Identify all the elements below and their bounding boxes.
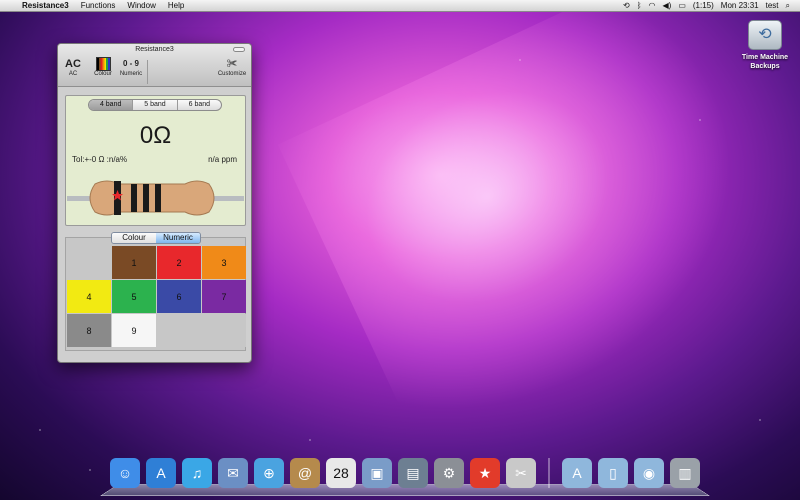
address-book-icon[interactable]: @ bbox=[290, 458, 320, 488]
resistance3-icon[interactable]: ★ bbox=[470, 458, 500, 488]
keypad-digit-1[interactable]: 1 bbox=[112, 246, 156, 279]
mail-icon[interactable]: ✉ bbox=[218, 458, 248, 488]
keypad-grid: 123 4567 89 bbox=[67, 246, 246, 347]
toolbar-separator bbox=[147, 60, 148, 84]
toolbar-toggle-button[interactable] bbox=[233, 47, 245, 52]
app-store-icon[interactable]: A bbox=[146, 458, 176, 488]
toolbar-ac-button[interactable]: AC AC bbox=[63, 57, 83, 77]
input-mode-selector: Colour Numeric bbox=[111, 232, 201, 244]
keypad-digit-8[interactable]: 8 bbox=[67, 314, 111, 347]
tab-6-band[interactable]: 6 band bbox=[178, 100, 221, 110]
menu-app-name[interactable]: Resistance3 bbox=[22, 1, 69, 10]
dock: ☺ A ♫ ✉ ⊕ @28 ▣ ▤ ⚙ ★ ✂ A ▯ ◉ ▥ bbox=[100, 452, 710, 498]
menu-bar: Resistance3 Functions Window Help ⟲ ᛒ ◠ … bbox=[0, 0, 800, 12]
tab-numeric[interactable]: Numeric bbox=[156, 233, 200, 243]
tab-colour[interactable]: Colour bbox=[112, 233, 156, 243]
keypad-empty-cell bbox=[157, 314, 201, 347]
band-3[interactable] bbox=[143, 184, 149, 212]
battery-icon[interactable]: ▭ bbox=[678, 1, 686, 10]
spotlight-icon[interactable]: ⌕ bbox=[786, 1, 790, 11]
band-2[interactable] bbox=[131, 184, 137, 212]
user-menu[interactable]: test bbox=[766, 1, 779, 10]
battery-time[interactable]: (1:15) bbox=[693, 1, 714, 10]
menu-help[interactable]: Help bbox=[168, 1, 184, 10]
band-count-selector: 4 band 5 band 6 band bbox=[88, 99, 222, 111]
keypad-digit-2[interactable]: 2 bbox=[157, 246, 201, 279]
iphoto-icon[interactable]: ▤ bbox=[398, 458, 428, 488]
keypad-empty-cell bbox=[67, 246, 111, 279]
menu-functions[interactable]: Functions bbox=[81, 1, 116, 10]
finder-icon[interactable]: ☺ bbox=[110, 458, 140, 488]
safari-icon[interactable]: ⊕ bbox=[254, 458, 284, 488]
keypad-empty-cell bbox=[202, 314, 246, 347]
preview-icon[interactable]: ▣ bbox=[362, 458, 392, 488]
bluetooth-icon[interactable]: ᛒ bbox=[637, 1, 642, 10]
wrench-icon: ✀ bbox=[226, 58, 238, 70]
scissors-icon[interactable]: ✂ bbox=[506, 458, 536, 488]
keypad-digit-4[interactable]: 4 bbox=[67, 280, 111, 313]
dock-separator bbox=[548, 458, 550, 488]
documents-folder-icon[interactable]: ▯ bbox=[598, 458, 628, 488]
keypad-digit-6[interactable]: 6 bbox=[157, 280, 201, 313]
time-machine-menu-icon[interactable]: ⟲ bbox=[623, 1, 630, 10]
tab-5-band[interactable]: 5 band bbox=[133, 100, 178, 110]
resistor-image bbox=[67, 180, 244, 216]
volume-icon[interactable]: ◀) bbox=[663, 1, 672, 10]
menu-window[interactable]: Window bbox=[127, 1, 155, 10]
numeric-keypad: Colour Numeric 123 4567 89 bbox=[65, 232, 246, 351]
keypad-digit-5[interactable]: 5 bbox=[112, 280, 156, 313]
downloads-folder-icon[interactable]: ◉ bbox=[634, 458, 664, 488]
keypad-digit-3[interactable]: 3 bbox=[202, 246, 246, 279]
wifi-icon[interactable]: ◠ bbox=[649, 1, 656, 10]
desktop-icon-label: Time Machine Backups bbox=[741, 54, 789, 70]
tab-4-band[interactable]: 4 band bbox=[89, 100, 134, 110]
colour-swatch-icon bbox=[95, 57, 111, 71]
keypad-digit-7[interactable]: 7 bbox=[202, 280, 246, 313]
dock-icons: ☺ A ♫ ✉ ⊕ @28 ▣ ▤ ⚙ ★ ✂ A ▯ ◉ ▥ bbox=[100, 456, 710, 488]
toolbar-colour-button[interactable]: Colour bbox=[91, 57, 115, 77]
resistance-value: 0Ω bbox=[139, 122, 172, 149]
band-4[interactable] bbox=[155, 184, 161, 212]
resistance3-window: Resistance3 AC AC Colour 0 - 9 Numeric ✀… bbox=[57, 43, 252, 363]
trash-icon[interactable]: ▥ bbox=[670, 458, 700, 488]
itunes-icon[interactable]: ♫ bbox=[182, 458, 212, 488]
ppm-readout: n/a ppm bbox=[208, 155, 237, 164]
resistor-display: 4 band 5 band 6 band 0Ω Tol:+-0 Ω :n/a% … bbox=[65, 95, 246, 226]
tolerance-readout: Tol:+-0 Ω :n/a% bbox=[72, 155, 128, 164]
keypad-digit-9[interactable]: 9 bbox=[112, 314, 156, 347]
system-preferences-icon[interactable]: ⚙ bbox=[434, 458, 464, 488]
time-machine-backups-desktop-icon[interactable]: Time Machine Backups bbox=[734, 20, 796, 71]
applications-folder-icon[interactable]: A bbox=[562, 458, 592, 488]
toolbar-numeric-button[interactable]: 0 - 9 Numeric bbox=[117, 57, 145, 77]
ical-icon[interactable]: 28 bbox=[326, 458, 356, 488]
drive-icon bbox=[748, 20, 782, 50]
window-title: Resistance3 bbox=[135, 46, 174, 53]
clock[interactable]: Mon 23:31 bbox=[721, 1, 759, 10]
toolbar-customize-button[interactable]: ✀ Customize bbox=[215, 57, 249, 77]
window-titlebar[interactable]: Resistance3 AC AC Colour 0 - 9 Numeric ✀… bbox=[58, 44, 251, 87]
